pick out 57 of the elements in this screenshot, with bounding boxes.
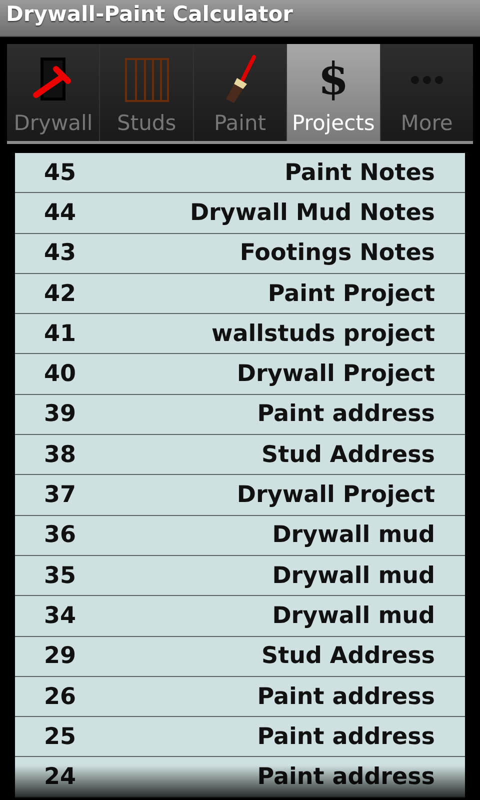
- project-number: 44: [44, 200, 76, 226]
- project-row[interactable]: 29 Stud Address: [15, 636, 465, 677]
- studs-icon: [122, 57, 171, 103]
- project-row[interactable]: 26 Paint address: [15, 676, 465, 718]
- project-row[interactable]: 40 Drywall Project: [15, 354, 465, 395]
- more-icon: [410, 75, 444, 85]
- project-row[interactable]: 35 Drywall mud: [15, 556, 465, 596]
- project-name: Footings Notes: [240, 240, 435, 266]
- project-name: Drywall Project: [236, 361, 435, 388]
- project-name: Stud Address: [262, 643, 435, 670]
- dollar-icon: $: [318, 56, 349, 104]
- project-number: 39: [44, 401, 76, 428]
- project-row[interactable]: 43 Footings Notes: [15, 234, 465, 274]
- project-name: Drywall mud: [272, 602, 435, 629]
- project-number: 42: [44, 280, 76, 307]
- tab[interactable]: Studs: [100, 44, 194, 141]
- project-row[interactable]: 44 Drywall Mud Notes: [15, 193, 465, 234]
- project-number: 35: [44, 562, 76, 589]
- project-row[interactable]: 38 Stud Address: [15, 435, 465, 476]
- tab[interactable]: Drywall: [7, 44, 100, 141]
- project-name: Paint address: [257, 684, 435, 710]
- project-number: 40: [44, 361, 76, 388]
- project-name: Drywall mud: [272, 562, 435, 589]
- project-number: 29: [44, 643, 76, 670]
- project-number: 34: [44, 602, 76, 629]
- project-name: Drywall mud: [272, 522, 435, 548]
- project-row[interactable]: 36 Drywall mud: [15, 516, 465, 556]
- project-row[interactable]: 39 Paint address: [15, 394, 465, 436]
- project-name: Paint Project: [268, 280, 435, 307]
- project-row[interactable]: 41 wallstuds project: [15, 314, 465, 354]
- project-name: Paint Notes: [284, 160, 435, 186]
- window-title: Drywall-Paint Calculator: [6, 2, 294, 26]
- project-number: 41: [44, 320, 76, 347]
- project-number: 24: [44, 764, 76, 790]
- project-name: wallstuds project: [212, 320, 435, 347]
- project-row[interactable]: 24 Paint address: [15, 757, 465, 798]
- project-name: Drywall Mud Notes: [190, 200, 435, 226]
- project-row[interactable]: 25 Paint address: [15, 717, 465, 758]
- project-number: 37: [44, 482, 76, 508]
- project-row[interactable]: 45 Paint Notes: [15, 153, 465, 194]
- project-number: 43: [44, 240, 76, 266]
- project-number: 25: [44, 724, 76, 750]
- tab[interactable]: More: [380, 44, 474, 141]
- project-number: 38: [44, 442, 76, 468]
- tab[interactable]: $ Projects: [287, 44, 381, 141]
- project-row[interactable]: 42 Paint Project: [15, 274, 465, 314]
- project-number: 45: [44, 160, 76, 186]
- project-name: Paint address: [257, 764, 435, 790]
- project-row[interactable]: 37 Drywall Project: [15, 475, 465, 516]
- project-row[interactable]: 34 Drywall mud: [15, 596, 465, 637]
- project-number: 26: [44, 684, 76, 710]
- project-number: 36: [44, 522, 76, 548]
- project-name: Paint address: [257, 401, 435, 428]
- tab[interactable]: Paint: [194, 44, 288, 141]
- project-name: Stud Address: [262, 442, 435, 468]
- project-name: Paint address: [257, 724, 435, 750]
- project-name: Drywall Project: [236, 482, 435, 508]
